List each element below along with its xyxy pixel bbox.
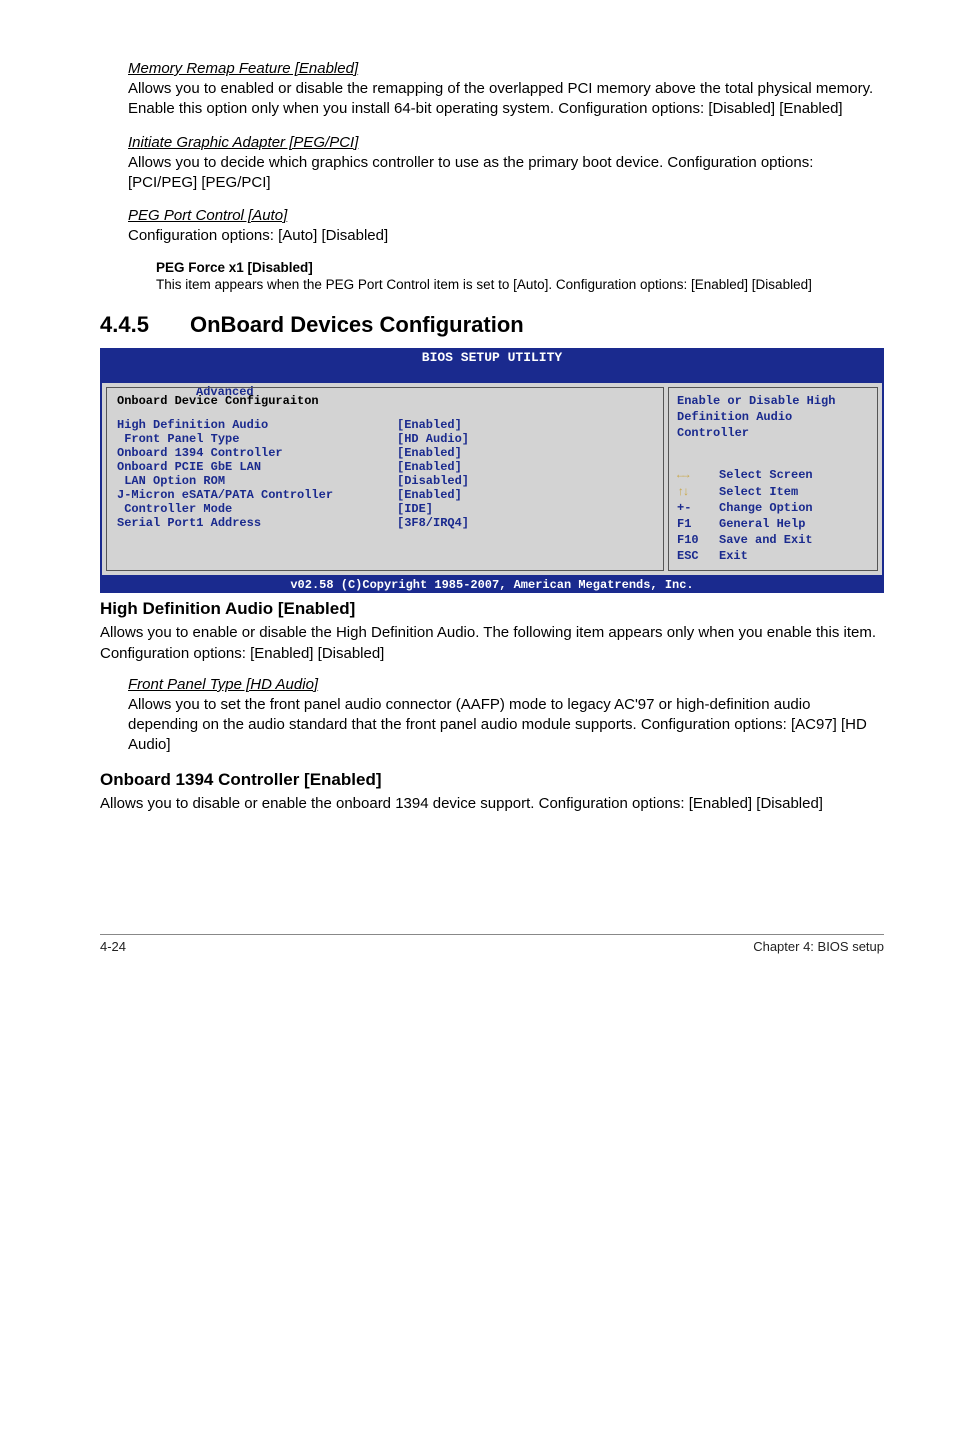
bios-row-value: [Enabled] bbox=[397, 446, 462, 460]
peg-force-title: PEG Force x1 [Disabled] bbox=[156, 260, 884, 275]
bios-help-text: Enable or Disable High Definition Audio … bbox=[677, 394, 869, 441]
bios-row: LAN Option ROM[Disabled] bbox=[117, 474, 653, 488]
arrows-left-right-icon bbox=[677, 467, 719, 483]
bios-nav-text: General Help bbox=[719, 516, 805, 532]
bios-nav-keys: Select Screen Select Item +-Change Optio… bbox=[677, 467, 869, 564]
bios-row-value: [Enabled] bbox=[397, 418, 462, 432]
init-graphic-body: Allows you to decide which graphics cont… bbox=[128, 153, 884, 194]
bios-row: High Definition Audio[Enabled] bbox=[117, 418, 653, 432]
bios-row: Controller Mode[IDE] bbox=[117, 502, 653, 516]
chapter-label: Chapter 4: BIOS setup bbox=[753, 939, 884, 954]
bios-row: Onboard 1394 Controller[Enabled] bbox=[117, 446, 653, 460]
section-number: 4.4.5 bbox=[100, 312, 190, 338]
bios-body: Onboard Device Configuraiton High Defini… bbox=[100, 383, 884, 577]
bios-row: J-Micron eSATA/PATA Controller[Enabled] bbox=[117, 488, 653, 502]
bios-row-label: Onboard PCIE GbE LAN bbox=[117, 460, 397, 474]
peg-force-block: PEG Force x1 [Disabled] This item appear… bbox=[156, 260, 884, 294]
mem-remap-body: Allows you to enabled or disable the rem… bbox=[128, 79, 884, 120]
front-panel-title: Front Panel Type [HD Audio] bbox=[128, 676, 884, 693]
bios-footer: v02.58 (C)Copyright 1985-2007, American … bbox=[100, 577, 884, 593]
bios-row-label: High Definition Audio bbox=[117, 418, 397, 432]
bios-row-value: [3F8/IRQ4] bbox=[397, 516, 469, 530]
arrows-up-down-icon bbox=[677, 484, 719, 500]
bios-row-value: [Disabled] bbox=[397, 474, 469, 488]
bios-nav-key: ESC bbox=[677, 548, 719, 564]
bios-nav-row: Select Screen bbox=[677, 467, 869, 483]
bios-nav-text: Exit bbox=[719, 548, 748, 564]
hd-audio-title: High Definition Audio [Enabled] bbox=[100, 599, 884, 619]
section-title: OnBoard Devices Configuration bbox=[190, 312, 524, 337]
bios-nav-row: +-Change Option bbox=[677, 500, 869, 516]
front-panel-body: Allows you to set the front panel audio … bbox=[128, 695, 884, 756]
bios-nav-row: F10Save and Exit bbox=[677, 532, 869, 548]
section-heading: 4.4.5OnBoard Devices Configuration bbox=[100, 312, 884, 338]
ob1394-title: Onboard 1394 Controller [Enabled] bbox=[100, 770, 884, 790]
ob1394-body: Allows you to disable or enable the onbo… bbox=[100, 794, 884, 814]
front-panel-block: Front Panel Type [HD Audio] Allows you t… bbox=[128, 676, 884, 756]
hd-audio-body2: Configuration options: [Enabled] [Disabl… bbox=[100, 644, 884, 664]
bios-tab-row: Advanced bbox=[100, 367, 884, 383]
bios-row-label: Onboard 1394 Controller bbox=[117, 446, 397, 460]
peg-force-body: This item appears when the PEG Port Cont… bbox=[156, 276, 884, 294]
peg-port-block: PEG Port Control [Auto] Configuration op… bbox=[128, 207, 884, 246]
bios-row-value: [IDE] bbox=[397, 502, 433, 516]
hd-audio-body: Allows you to enable or disable the High… bbox=[100, 623, 884, 643]
mem-remap-title: Memory Remap Feature [Enabled] bbox=[128, 60, 884, 77]
bios-nav-text: Change Option bbox=[719, 500, 813, 516]
bios-row-label: LAN Option ROM bbox=[117, 474, 397, 488]
bios-row-label: J-Micron eSATA/PATA Controller bbox=[117, 488, 397, 502]
mem-remap-block: Memory Remap Feature [Enabled] Allows yo… bbox=[128, 60, 884, 120]
bios-panel-title: Onboard Device Configuraiton bbox=[117, 394, 653, 408]
init-graphic-title: Initiate Graphic Adapter [PEG/PCI] bbox=[128, 134, 884, 151]
bios-row-value: [Enabled] bbox=[397, 460, 462, 474]
bios-right-panel: Enable or Disable High Definition Audio … bbox=[668, 387, 878, 571]
bios-row: Front Panel Type[HD Audio] bbox=[117, 432, 653, 446]
bios-nav-key: F1 bbox=[677, 516, 719, 532]
bios-nav-text: Select Item bbox=[719, 484, 798, 500]
init-graphic-block: Initiate Graphic Adapter [PEG/PCI] Allow… bbox=[128, 134, 884, 194]
bios-nav-key: +- bbox=[677, 500, 719, 516]
peg-port-body: Configuration options: [Auto] [Disabled] bbox=[128, 226, 884, 246]
bios-nav-row: F1General Help bbox=[677, 516, 869, 532]
bios-row-value: [HD Audio] bbox=[397, 432, 469, 446]
page-footer: 4-24 Chapter 4: BIOS setup bbox=[100, 934, 884, 954]
bios-nav-row: ESCExit bbox=[677, 548, 869, 564]
bios-row: Onboard PCIE GbE LAN[Enabled] bbox=[117, 460, 653, 474]
bios-left-panel: Onboard Device Configuraiton High Defini… bbox=[106, 387, 664, 571]
bios-row: Serial Port1 Address[3F8/IRQ4] bbox=[117, 516, 653, 530]
peg-port-title: PEG Port Control [Auto] bbox=[128, 207, 884, 224]
bios-nav-text: Save and Exit bbox=[719, 532, 813, 548]
bios-row-value: [Enabled] bbox=[397, 488, 462, 502]
bios-screenshot: BIOS SETUP UTILITY Advanced Onboard Devi… bbox=[100, 348, 884, 593]
bios-row-label: Front Panel Type bbox=[117, 432, 397, 446]
bios-nav-key: F10 bbox=[677, 532, 719, 548]
bios-title-bar: BIOS SETUP UTILITY bbox=[100, 348, 884, 367]
bios-row-label: Controller Mode bbox=[117, 502, 397, 516]
page-number: 4-24 bbox=[100, 939, 126, 954]
bios-row-label: Serial Port1 Address bbox=[117, 516, 397, 530]
bios-nav-row: Select Item bbox=[677, 484, 869, 500]
bios-nav-text: Select Screen bbox=[719, 467, 813, 483]
